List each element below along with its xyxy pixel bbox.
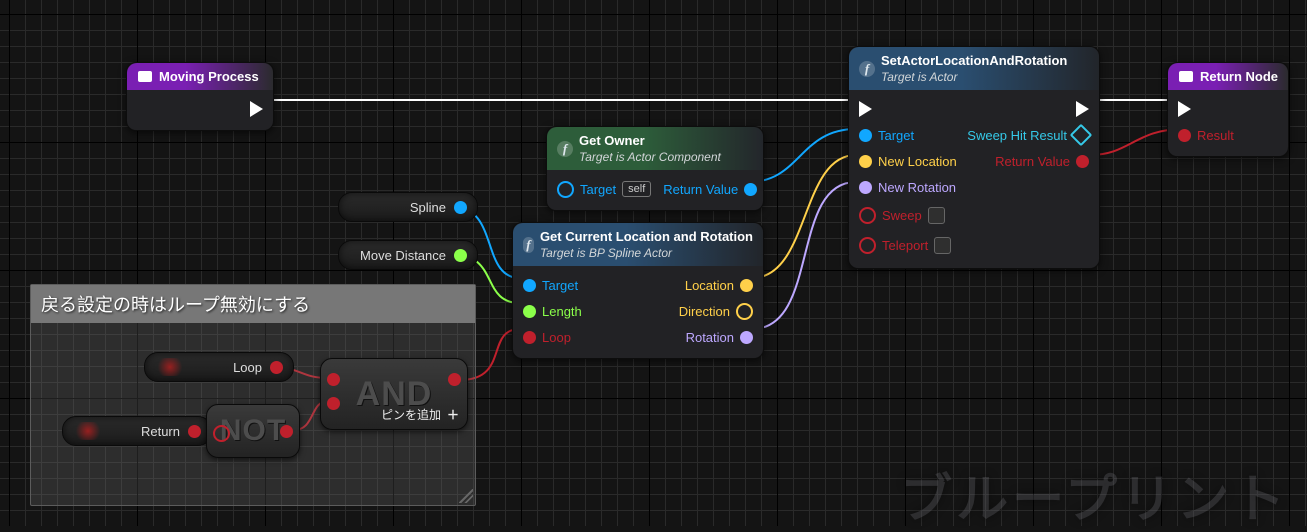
pin-in-b[interactable] xyxy=(327,397,340,410)
node-header[interactable]: f Get Current Location and Rotation Targ… xyxy=(513,223,763,266)
node-and[interactable]: AND ピンを追加 ＋ xyxy=(320,358,468,430)
pin-location[interactable]: Location xyxy=(685,278,753,293)
pin-in[interactable] xyxy=(213,425,230,442)
var-loop[interactable]: Loop xyxy=(144,352,294,382)
pin-direction[interactable]: Direction xyxy=(679,303,753,320)
pin-out[interactable] xyxy=(454,249,467,262)
blueprint-graph[interactable]: 戻る設定の時はループ無効にする Moving Process Return No… xyxy=(0,0,1307,526)
var-label: Return xyxy=(141,424,180,439)
pin-target[interactable]: Target xyxy=(859,128,914,143)
pin-target[interactable]: Target xyxy=(523,278,578,293)
node-return[interactable]: Return Node Result xyxy=(1167,62,1289,157)
var-label: Loop xyxy=(233,360,262,375)
node-subtitle: Target is Actor Component xyxy=(579,150,721,164)
pin-sweep-hit[interactable]: Sweep Hit Result xyxy=(967,127,1089,143)
pin-loop[interactable]: Loop xyxy=(523,330,571,345)
node-set-actor-loc-rot[interactable]: f SetActorLocationAndRotation Target is … xyxy=(848,46,1100,269)
pin-return-value[interactable]: Return Value xyxy=(995,154,1089,169)
node-moving-process[interactable]: Moving Process xyxy=(126,62,274,131)
pin-in-a[interactable] xyxy=(327,373,340,386)
pin-new-rotation[interactable]: New Rotation xyxy=(859,180,956,195)
exec-out-pin[interactable] xyxy=(1076,101,1089,117)
var-return[interactable]: Return xyxy=(62,416,212,446)
node-title: Return Node xyxy=(1200,69,1278,84)
function-icon: f xyxy=(557,141,573,157)
add-pin-row[interactable]: ピンを追加 ＋ xyxy=(381,406,459,423)
node-get-owner[interactable]: f Get Owner Target is Actor Component Ta… xyxy=(546,126,764,211)
plus-icon: ＋ xyxy=(447,406,459,423)
node-header[interactable]: Return Node xyxy=(1168,63,1288,90)
add-pin-label: ピンを追加 xyxy=(381,406,441,423)
comment-resize-handle[interactable] xyxy=(459,489,473,503)
pin-rotation[interactable]: Rotation xyxy=(686,330,753,345)
node-not[interactable]: NOT xyxy=(206,404,300,458)
node-header[interactable]: Moving Process xyxy=(127,63,273,90)
var-spline[interactable]: Spline xyxy=(338,192,478,222)
pin-out[interactable] xyxy=(448,373,461,386)
node-get-current-loc-rot[interactable]: f Get Current Location and Rotation Targ… xyxy=(512,222,764,359)
pin-return-value[interactable]: Return Value xyxy=(663,182,757,197)
pin-out[interactable] xyxy=(188,425,201,438)
function-entry-icon xyxy=(137,70,153,84)
node-title: Get Owner xyxy=(579,133,645,148)
pin-teleport[interactable]: Teleport xyxy=(859,237,951,254)
self-value: self xyxy=(622,181,651,197)
node-header[interactable]: f SetActorLocationAndRotation Target is … xyxy=(849,47,1099,90)
var-label: Spline xyxy=(410,200,446,215)
pin-sweep[interactable]: Sweep xyxy=(859,207,945,224)
node-header[interactable]: f Get Owner Target is Actor Component xyxy=(547,127,763,170)
teleport-checkbox[interactable] xyxy=(934,237,951,254)
pin-target[interactable]: Target self xyxy=(557,181,651,198)
function-icon: f xyxy=(523,237,534,253)
comment-title[interactable]: 戻る設定の時はループ無効にする xyxy=(31,285,475,323)
node-title: Moving Process xyxy=(159,69,259,84)
watermark-text: ブループリント xyxy=(900,457,1289,532)
exec-in-pin[interactable] xyxy=(1178,101,1191,117)
pin-length[interactable]: Length xyxy=(523,304,582,319)
sweep-checkbox[interactable] xyxy=(928,207,945,224)
node-title: Get Current Location and Rotation xyxy=(540,229,753,244)
pin-out[interactable] xyxy=(454,201,467,214)
node-subtitle: Target is Actor xyxy=(881,70,1067,84)
var-label: Move Distance xyxy=(360,248,446,263)
node-subtitle: Target is BP Spline Actor xyxy=(540,246,753,260)
exec-out-pin[interactable] xyxy=(250,101,263,117)
pin-result[interactable]: Result xyxy=(1178,128,1234,143)
exec-in-pin[interactable] xyxy=(859,101,872,117)
function-return-icon xyxy=(1178,70,1194,84)
pin-out[interactable] xyxy=(270,361,283,374)
node-title: SetActorLocationAndRotation xyxy=(881,53,1067,68)
function-icon: f xyxy=(859,61,875,77)
pin-new-location[interactable]: New Location xyxy=(859,154,957,169)
pin-out[interactable] xyxy=(280,425,293,438)
var-move-distance[interactable]: Move Distance xyxy=(338,240,478,270)
